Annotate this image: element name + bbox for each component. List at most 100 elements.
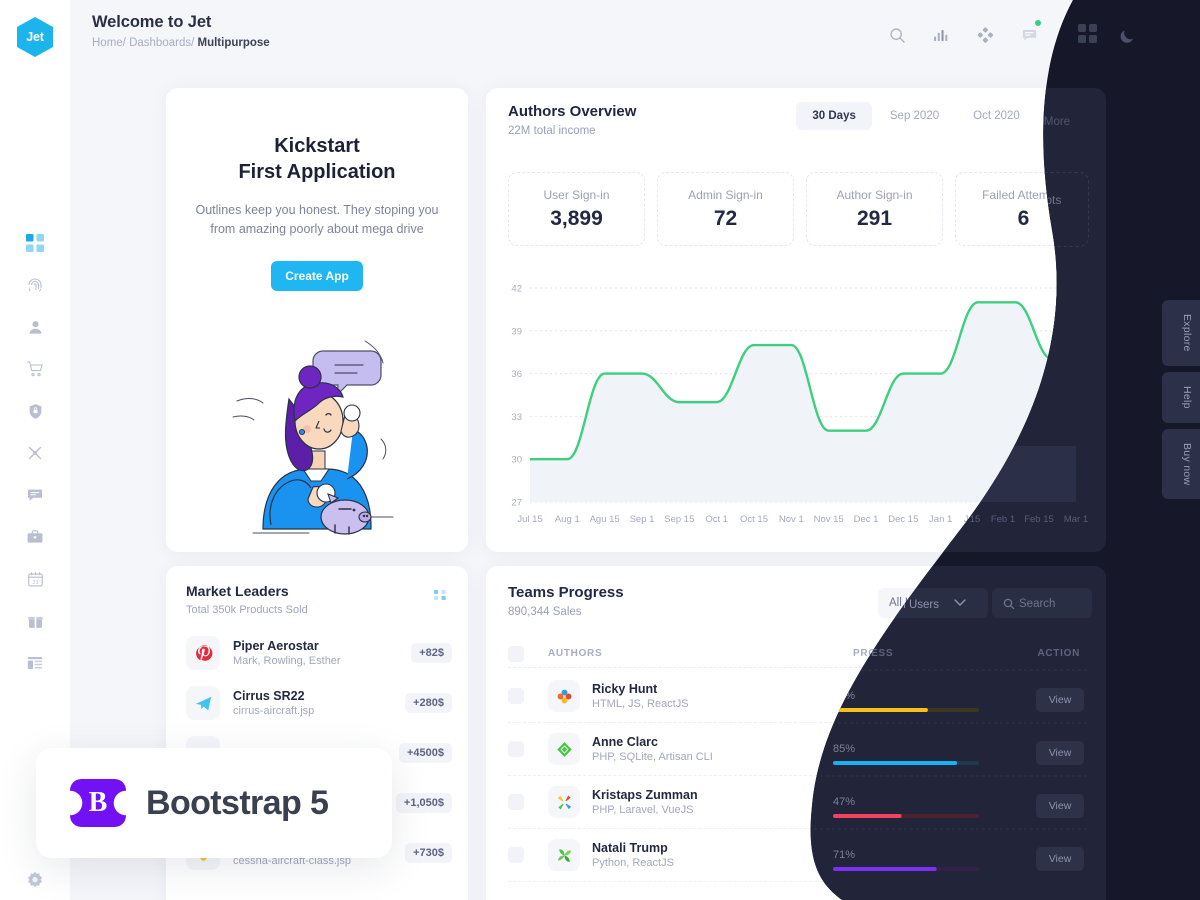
sidebar-item-pages[interactable] — [18, 652, 52, 674]
header-apps-button[interactable] — [972, 22, 998, 48]
dots-grid-icon — [434, 590, 446, 600]
stat-author-signin: Author Sign-in 291 — [806, 172, 943, 246]
x-axis-tick: Feb 1 — [1003, 514, 1027, 525]
tab-30-days[interactable]: 30 Days — [796, 102, 872, 130]
header-darkmode-button[interactable] — [1104, 22, 1130, 48]
sidebar-item-calendar[interactable]: 31 — [18, 568, 52, 590]
sidebar-item-dashboard[interactable] — [18, 232, 52, 254]
row-select-cell — [508, 688, 548, 704]
bar-chart-icon — [933, 29, 947, 41]
view-button[interactable]: View — [1040, 843, 1088, 867]
calendar-icon: 31 — [27, 571, 43, 586]
tab-oct-2020[interactable]: Oct 2020 — [957, 102, 1036, 130]
x-axis-tick: Oct 15 — [740, 514, 768, 525]
header-analytics-button[interactable] — [928, 22, 954, 48]
authors-overview-tabs: 30 Days Sep 2020 Oct 2020 More — [796, 102, 1096, 130]
moon-icon — [1110, 29, 1123, 42]
row-checkbox[interactable] — [508, 688, 524, 704]
market-leaders-menu-button[interactable] — [434, 588, 448, 606]
progress-fill — [853, 862, 957, 867]
user-filter-select[interactable]: All Users — [878, 588, 988, 618]
column-action: ACTION — [1045, 648, 1088, 659]
table-row[interactable]: Anne Clarc PHP, SQLite, Artisan CLI 85% … — [508, 723, 1088, 776]
bootstrap-logo-letter: B — [88, 787, 108, 818]
view-button[interactable]: View — [1040, 684, 1088, 708]
tab-more[interactable]: More — [1038, 102, 1096, 130]
author-cell: Anne Clarc PHP, SQLite, Artisan CLI — [548, 733, 853, 765]
progress-cell: 71% — [853, 844, 1013, 867]
breadcrumb: Home/ Dashboards/ Multipurpose — [92, 37, 270, 49]
author-avatar — [548, 733, 580, 765]
sidebar-item-shop[interactable] — [18, 358, 52, 380]
side-tab-buy-now[interactable]: Buy now — [1162, 428, 1200, 499]
side-tab-explore[interactable]: Explore — [1162, 300, 1200, 366]
list-item-amount: +730$ — [405, 843, 452, 863]
header-grid-button[interactable] — [1060, 22, 1086, 48]
header-search-button[interactable] — [884, 22, 910, 48]
chat-icon — [28, 489, 42, 501]
sidebar-item-messages[interactable] — [18, 484, 52, 506]
sidebar-item-security[interactable] — [18, 400, 52, 422]
chart-area-fill — [530, 302, 1090, 502]
table-row[interactable]: Kristaps Zumman PHP, Laravel, VueJS 47% … — [508, 776, 1088, 829]
shield-lock-icon — [29, 403, 41, 419]
kickstart-card: Kickstart First Application Outlines kee… — [166, 88, 468, 552]
brand-avatar — [186, 686, 220, 720]
sidebar-item-users[interactable] — [18, 316, 52, 338]
sidebar-item-tools[interactable] — [18, 442, 52, 464]
progress-percent: 47% — [853, 790, 876, 803]
sidebar-item-gifts[interactable] — [18, 610, 52, 632]
select-all-checkbox[interactable] — [508, 645, 524, 662]
view-button[interactable]: View — [1040, 790, 1088, 814]
select-all-cell — [508, 645, 548, 662]
action-cell: View — [1013, 737, 1088, 761]
table-row[interactable]: Ricky Hunt HTML, JS, ReactJS 65% View — [508, 670, 1088, 723]
table-body: Ricky Hunt HTML, JS, ReactJS 65% View An… — [508, 670, 1088, 882]
stat-value: 3,899 — [550, 206, 603, 230]
list-item[interactable]: Piper Aerostar Mark, Rowling, Esther +82… — [186, 628, 452, 678]
table-row[interactable]: Natali Trump Python, ReactJS 71% View — [508, 829, 1088, 882]
x-axis-tick: Mar 1 — [1078, 514, 1098, 525]
view-button[interactable]: View — [1040, 737, 1088, 761]
y-axis-tick: 30 — [511, 455, 522, 466]
avatar-glasses — [1155, 28, 1175, 33]
dashboard-root: Jet 31 Welcome to Jet Home/ Dashboards/ … — [0, 0, 1200, 900]
sidebar-settings[interactable] — [0, 870, 70, 892]
sidebar-item-fingerprint[interactable] — [18, 274, 52, 296]
layout-icon — [27, 657, 43, 669]
breadcrumb-dashboards[interactable]: Dashboards/ — [129, 37, 194, 49]
action-cell: View — [1013, 843, 1088, 867]
author-name: Kristaps Zumman — [592, 788, 698, 802]
breadcrumb-home[interactable]: Home/ — [92, 37, 126, 49]
kickstart-title-line1: Kickstart — [274, 135, 360, 157]
avatar[interactable] — [1148, 18, 1182, 52]
y-axis-tick: 42 — [511, 284, 522, 295]
row-checkbox[interactable] — [508, 794, 524, 810]
x-axis-tick: Dec 1 — [854, 514, 879, 525]
sidebar-item-jobs[interactable] — [18, 526, 52, 548]
kickstart-title-line2: First Application — [238, 160, 396, 183]
row-checkbox[interactable] — [508, 847, 524, 863]
y-axis-tick: 39 — [511, 326, 522, 337]
tab-sep-2020[interactable]: Sep 2020 — [874, 102, 955, 130]
create-app-button[interactable]: Create App — [271, 260, 363, 291]
author-text: Ricky Hunt HTML, JS, ReactJS — [592, 682, 689, 710]
header-notifications-button[interactable] — [1016, 20, 1042, 48]
list-item-meta: cirrus-aircraft.jsp — [233, 705, 315, 717]
side-tab-help[interactable]: Help — [1162, 371, 1200, 423]
teams-progress-subtitle: 890,344 Sales — [508, 606, 582, 618]
list-item[interactable]: Cirrus SR22 cirrus-aircraft.jsp +280$ — [186, 678, 452, 728]
author-text: Anne Clarc PHP, SQLite, Artisan CLI — [592, 735, 713, 763]
author-avatar — [548, 786, 580, 818]
x-axis-tick: Jan 15 — [964, 514, 993, 525]
brand-logo[interactable]: Jet — [17, 17, 53, 57]
stat-label: Admin Sign-in — [688, 187, 763, 202]
search-input[interactable]: Search — [992, 588, 1092, 618]
row-checkbox[interactable] — [508, 741, 524, 757]
top-header: Welcome to Jet Home/ Dashboards/ Multipu… — [70, 0, 1200, 70]
stat-failed-attempts: Failed Attempts 6 — [955, 172, 1092, 246]
list-item-meta: Mark, Rowling, Esther — [233, 655, 341, 667]
x-axis-tick: Sep 1 — [630, 514, 655, 525]
kickstart-description: Outlines keep you honest. They stoping y… — [195, 203, 439, 236]
brand-label: Jet — [26, 30, 44, 44]
